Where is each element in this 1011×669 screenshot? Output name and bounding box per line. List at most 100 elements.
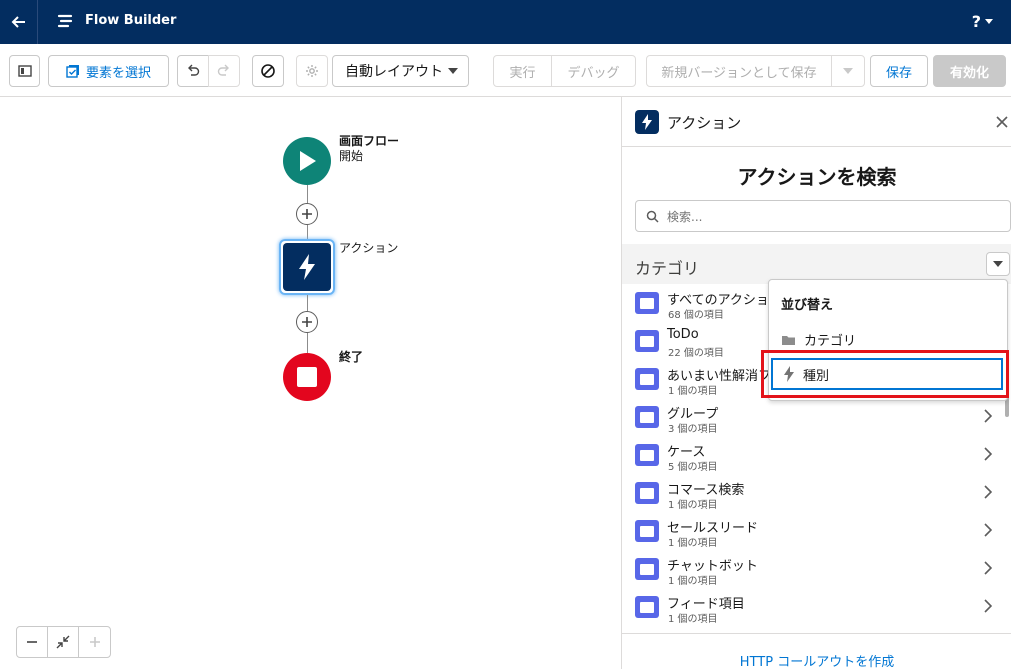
folder-icon: [635, 368, 659, 390]
sort-option-category-label: カテゴリ: [804, 334, 857, 349]
folder-icon: [782, 335, 795, 345]
save-as-new-label: 新規バージョンとして保存: [661, 65, 817, 81]
back-button[interactable]: [0, 0, 38, 44]
debug-label: デバッグ: [567, 65, 620, 81]
list-item[interactable]: フィード項目 1 個の項目: [622, 588, 1011, 626]
folder-icon: [635, 482, 659, 504]
panel-title: アクション: [667, 114, 742, 132]
folder-icon: [635, 596, 659, 618]
end-node[interactable]: [283, 353, 331, 401]
sort-option-category[interactable]: カテゴリ: [781, 330, 856, 349]
search-placeholder: 検索...: [667, 209, 703, 224]
connector: [307, 185, 308, 203]
item-count: 68 個の項目: [668, 310, 724, 321]
redo-icon: [217, 64, 229, 76]
errors-button[interactable]: [252, 55, 284, 87]
layout-select[interactable]: 自動レイアウト: [332, 55, 469, 87]
folder-icon: [635, 406, 659, 428]
connector: [307, 225, 308, 239]
start-node-title: 画面フロー: [339, 134, 400, 148]
sort-menu-button[interactable]: [986, 252, 1010, 276]
folder-icon: [635, 520, 659, 542]
fit-view-button[interactable]: [48, 627, 79, 657]
action-node[interactable]: [279, 239, 335, 295]
item-count: 1 個の項目: [668, 538, 718, 549]
save-options-button[interactable]: [831, 55, 865, 87]
action-panel-icon: [635, 110, 659, 134]
layout-label: 自動レイアウト: [345, 64, 443, 80]
zoom-controls: [16, 626, 111, 658]
start-node-subtitle: 開始: [339, 149, 364, 163]
help-menu[interactable]: ?: [972, 12, 993, 31]
chevron-right-icon: [984, 485, 992, 499]
item-count: 22 個の項目: [668, 348, 724, 359]
folder-icon: [635, 558, 659, 580]
select-elements-button[interactable]: 要素を選択: [48, 55, 169, 87]
caret-down-icon: [985, 18, 993, 24]
toggle-panel-button[interactable]: [9, 55, 40, 87]
list-item[interactable]: セールスリード 1 個の項目: [622, 512, 1011, 550]
flow-canvas[interactable]: 画面フロー 開始 アクション 終了: [0, 97, 621, 669]
zoom-in-button[interactable]: [79, 627, 110, 657]
toolbar: 要素を選択 自動レイアウト 実行 デバッグ 新規バージョンとして保存 保存 有効…: [0, 44, 1011, 97]
save-button[interactable]: 保存: [870, 55, 928, 87]
start-node[interactable]: [283, 137, 331, 185]
list-item[interactable]: ケース 5 個の項目: [622, 436, 1011, 474]
caret-down-icon: [993, 260, 1003, 267]
chevron-right-icon: [984, 447, 992, 461]
chevron-right-icon: [984, 561, 992, 575]
redo-button[interactable]: [208, 55, 240, 87]
gear-icon: [306, 65, 318, 77]
app-title: Flow Builder: [85, 13, 177, 28]
chevron-right-icon: [984, 599, 992, 613]
close-panel-button[interactable]: [996, 113, 1008, 132]
plus-icon: [89, 637, 100, 647]
highlight-annotation: [761, 350, 1009, 398]
flow-logo-icon: [57, 14, 73, 28]
zoom-out-button[interactable]: [17, 627, 48, 657]
settings-button[interactable]: [296, 55, 328, 87]
action-search-input[interactable]: 検索...: [635, 200, 1011, 232]
close-icon: [996, 116, 1008, 128]
caret-down-icon: [843, 67, 853, 74]
folder-icon: [635, 292, 659, 314]
search-icon: [646, 210, 659, 223]
category-header-label: カテゴリ: [635, 259, 700, 278]
list-item[interactable]: チャットボット 1 個の項目: [622, 550, 1011, 588]
undo-button[interactable]: [177, 55, 209, 87]
chevron-right-icon: [984, 523, 992, 537]
undo-icon: [188, 64, 200, 76]
list-item[interactable]: グループ 3 個の項目: [622, 398, 1011, 436]
item-count: 5 個の項目: [668, 462, 718, 473]
contract-icon: [56, 635, 70, 649]
run-button[interactable]: 実行: [493, 55, 552, 87]
create-http-callout-link[interactable]: HTTP コールアウトを作成: [622, 633, 1011, 669]
item-count: 1 個の項目: [668, 576, 718, 587]
sort-title: 並び替え: [781, 298, 834, 313]
category-header: カテゴリ: [622, 244, 1011, 284]
panel-header: アクション: [622, 97, 1011, 147]
plus-icon: [302, 317, 312, 327]
end-node-label: 終了: [339, 350, 364, 364]
connector: [307, 333, 308, 353]
lightning-icon: [642, 114, 652, 130]
activate-button[interactable]: 有効化: [933, 55, 1006, 87]
panel-icon: [17, 65, 32, 77]
item-count: 1 個の項目: [668, 386, 718, 397]
save-as-new-version-button[interactable]: 新規バージョンとして保存: [646, 55, 832, 87]
multiselect-icon: [66, 65, 79, 78]
list-item[interactable]: コマース検索 1 個の項目: [622, 474, 1011, 512]
save-label: 保存: [885, 65, 912, 81]
action-node-box: [283, 243, 331, 291]
caret-down-icon: [448, 67, 458, 74]
lightning-icon: [299, 254, 315, 280]
activate-label: 有効化: [949, 65, 989, 81]
ban-icon: [261, 64, 275, 78]
add-element-button[interactable]: [296, 203, 318, 225]
help-label: ?: [971, 12, 981, 31]
debug-button[interactable]: デバッグ: [551, 55, 636, 87]
connector: [307, 295, 308, 311]
folder-icon: [635, 330, 659, 352]
add-element-button[interactable]: [296, 311, 318, 333]
arrow-left-icon: [11, 16, 25, 28]
